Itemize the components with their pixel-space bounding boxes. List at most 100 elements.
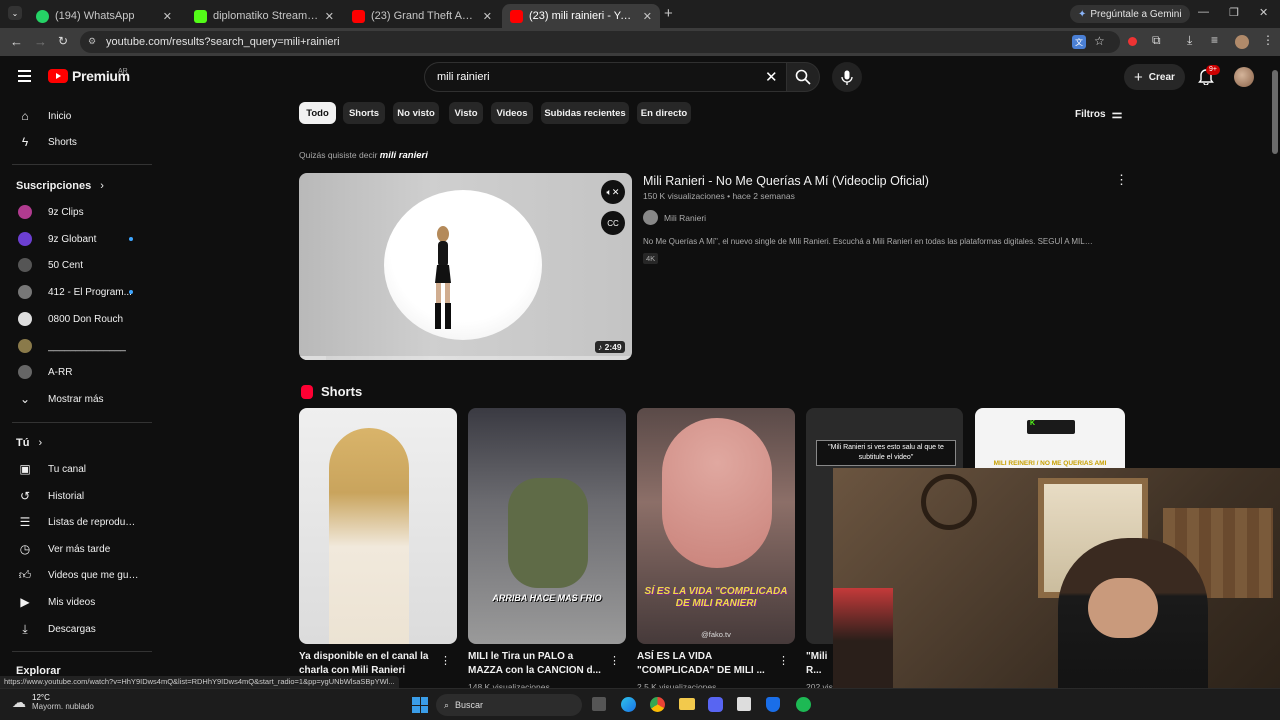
browser-tab-kick[interactable]: diplomatiko Stream - Watch Live ✕ xyxy=(186,4,342,28)
task-view-icon[interactable] xyxy=(592,697,606,711)
page-scrollbar[interactable] xyxy=(1272,70,1278,154)
short-more-icon[interactable]: ⋮ xyxy=(609,654,620,667)
app-icon[interactable] xyxy=(737,697,751,711)
short-title-2[interactable]: MILI le Tira un PALO a MAZZA con la CANC… xyxy=(468,650,608,678)
extension-record-icon[interactable] xyxy=(1128,37,1137,46)
short-thumbnail-3[interactable]: SÍ ES LA VIDA "COMPLICADA DE MILI RANIER… xyxy=(637,408,795,644)
tab-close-icon[interactable]: ✕ xyxy=(163,10,172,23)
captions-button[interactable]: CC xyxy=(601,211,625,235)
downloads-icon[interactable]: ⤓ xyxy=(1187,33,1192,48)
profile-avatar-icon[interactable] xyxy=(1235,35,1249,49)
sidebar-item-liked[interactable]: 👍︎ Videos que me gus... xyxy=(0,562,150,588)
translate-icon[interactable]: 文 xyxy=(1072,35,1086,49)
sidebar-item-shorts[interactable]: ϟ Shorts xyxy=(0,129,150,155)
address-bar[interactable]: ⚙ youtube.com/results?search_query=mili+… xyxy=(80,31,1120,53)
browser-tab-whatsapp[interactable]: (194) WhatsApp ✕ xyxy=(28,4,180,28)
hamburger-menu-icon[interactable] xyxy=(18,70,31,82)
channel-icon: ▣ xyxy=(19,462,31,476)
edge-icon[interactable] xyxy=(621,697,636,712)
extensions-puzzle-icon[interactable]: ⧉ xyxy=(1152,33,1161,48)
did-you-mean-link[interactable]: mili ranieri xyxy=(380,150,428,161)
sidebar-item-listas[interactable]: ☰ Listas de reproducc... xyxy=(0,509,150,535)
filter-chip[interactable]: Visto xyxy=(449,102,483,124)
channel-link[interactable]: Mili Ranieri xyxy=(643,210,706,225)
sidebar-item-historial[interactable]: ↺ Historial xyxy=(0,483,150,509)
filter-chip[interactable]: Subidas recientes xyxy=(541,102,629,124)
plus-icon: + xyxy=(1134,68,1143,86)
sidebar-subscription-item[interactable]: 9z Clips xyxy=(0,199,150,225)
sidebar-subscription-item[interactable]: ______________ xyxy=(0,333,150,359)
short-more-icon[interactable]: ⋮ xyxy=(778,654,789,667)
weather-widget[interactable]: ☁ 12°C Mayorm. nublado xyxy=(12,693,94,711)
account-avatar[interactable] xyxy=(1234,67,1254,87)
short-title-3[interactable]: ASÍ ES LA VIDA "COMPLICADA" DE MILI ... xyxy=(637,650,777,678)
file-explorer-icon[interactable] xyxy=(679,698,695,710)
sidebar-item-inicio[interactable]: ⌂ Inicio xyxy=(0,103,150,129)
subscriptions-header[interactable]: Suscripciones › xyxy=(16,180,104,192)
short-title-1[interactable]: Ya disponible en el canal la charla con … xyxy=(299,650,439,678)
sidebar-item-ver-mas-tarde[interactable]: ◷ Ver más tarde xyxy=(0,536,150,562)
taskbar-search[interactable]: ⌕ Buscar xyxy=(436,694,582,716)
sidebar-item-label: 50 Cent xyxy=(48,259,84,271)
gemini-icon: ✦ xyxy=(1078,8,1087,20)
shield-icon[interactable] xyxy=(766,697,780,712)
channel-avatar xyxy=(18,205,32,219)
sidebar-item-descargas[interactable]: ⤓ Descargas xyxy=(0,616,150,642)
create-button[interactable]: + Crear xyxy=(1124,64,1185,90)
short-thumbnail-2[interactable]: ARRIBA HACE MAS FRIO xyxy=(468,408,626,644)
browser-tab-gta[interactable]: (23) Grand Theft Auto VI: An En ✕ xyxy=(344,4,500,28)
tab-close-icon[interactable]: ✕ xyxy=(643,10,652,23)
spotify-icon[interactable] xyxy=(796,697,811,712)
short-more-icon[interactable]: ⋮ xyxy=(440,654,451,667)
notifications-button[interactable]: 9+ xyxy=(1198,65,1220,90)
sidebar-subscription-item[interactable]: 412 - El Program... xyxy=(0,279,150,305)
forward-arrow-icon[interactable]: → xyxy=(34,34,47,49)
filter-chip[interactable]: Shorts xyxy=(343,102,385,124)
site-info-icon[interactable]: ⚙ xyxy=(88,36,96,47)
sidebar-item-tu-canal[interactable]: ▣ Tu canal xyxy=(0,456,150,482)
short-thumbnail-1[interactable] xyxy=(299,408,457,644)
minimize-button[interactable]: — xyxy=(1198,6,1209,18)
show-more-button[interactable]: ⌄ Mostrar más xyxy=(0,386,150,412)
sidebar-subscription-item[interactable]: 50 Cent xyxy=(0,252,150,278)
watch-progress-track[interactable] xyxy=(299,356,632,360)
gemini-button[interactable]: ✦ Pregúntale a Gemini xyxy=(1070,5,1190,23)
filters-button[interactable]: Filtros ⚌ xyxy=(1075,107,1122,121)
video-thumbnail[interactable]: 🔈︎✕ CC ♪ 2:49 xyxy=(299,173,632,360)
start-button[interactable] xyxy=(412,697,428,713)
media-control-icon[interactable]: ≡ xyxy=(1211,33,1218,47)
chrome-icon[interactable] xyxy=(650,697,665,712)
mute-button[interactable]: 🔈︎✕ xyxy=(601,180,625,204)
tab-list-chevron-icon[interactable]: ⌄ xyxy=(8,6,22,20)
sidebar-item-label: ______________ xyxy=(48,340,126,352)
maximize-button[interactable]: ❐ xyxy=(1229,6,1239,19)
sidebar-subscription-item[interactable]: 9z Globant xyxy=(0,226,150,252)
search-button[interactable] xyxy=(786,62,820,92)
voice-search-button[interactable] xyxy=(832,62,862,92)
filter-chip[interactable]: Todo xyxy=(299,102,336,124)
reload-icon[interactable]: ↻ xyxy=(58,34,68,48)
tab-close-icon[interactable]: ✕ xyxy=(325,10,334,23)
video-title[interactable]: Mili Ranieri - No Me Querías A Mí (Video… xyxy=(643,174,929,188)
back-arrow-icon[interactable]: ← xyxy=(10,34,23,49)
sidebar-subscription-item[interactable]: A-RR xyxy=(0,359,150,385)
video-more-icon[interactable]: ⋮ xyxy=(1115,172,1128,188)
webcam-overlay xyxy=(833,468,1280,720)
filter-chip[interactable]: No visto xyxy=(393,102,439,124)
sidebar-subscription-item[interactable]: 0800 Don Rouch xyxy=(0,306,150,332)
you-header[interactable]: Tú › xyxy=(16,437,42,449)
discord-icon[interactable] xyxy=(708,697,723,712)
browser-menu-icon[interactable]: ⋮ xyxy=(1262,33,1274,47)
search-input[interactable]: mili rainieri ✕ xyxy=(424,62,786,92)
filter-chip[interactable]: En directo xyxy=(637,102,691,124)
clear-search-icon[interactable]: ✕ xyxy=(765,68,778,86)
tab-close-icon[interactable]: ✕ xyxy=(483,10,492,23)
close-window-button[interactable]: ✕ xyxy=(1259,6,1268,19)
sidebar-item-mis-videos[interactable]: ▶ Mis videos xyxy=(0,589,150,615)
filter-chip[interactable]: Videos xyxy=(491,102,533,124)
bookmark-star-icon[interactable]: ☆ xyxy=(1094,34,1105,48)
quality-badge: 4K xyxy=(643,253,659,264)
short-title-4[interactable]: "Mili R... echa ... xyxy=(806,650,836,678)
browser-tab-active[interactable]: (23) mili rainieri - YouTube ✕ xyxy=(502,4,660,28)
new-tab-button[interactable]: + xyxy=(664,5,673,22)
